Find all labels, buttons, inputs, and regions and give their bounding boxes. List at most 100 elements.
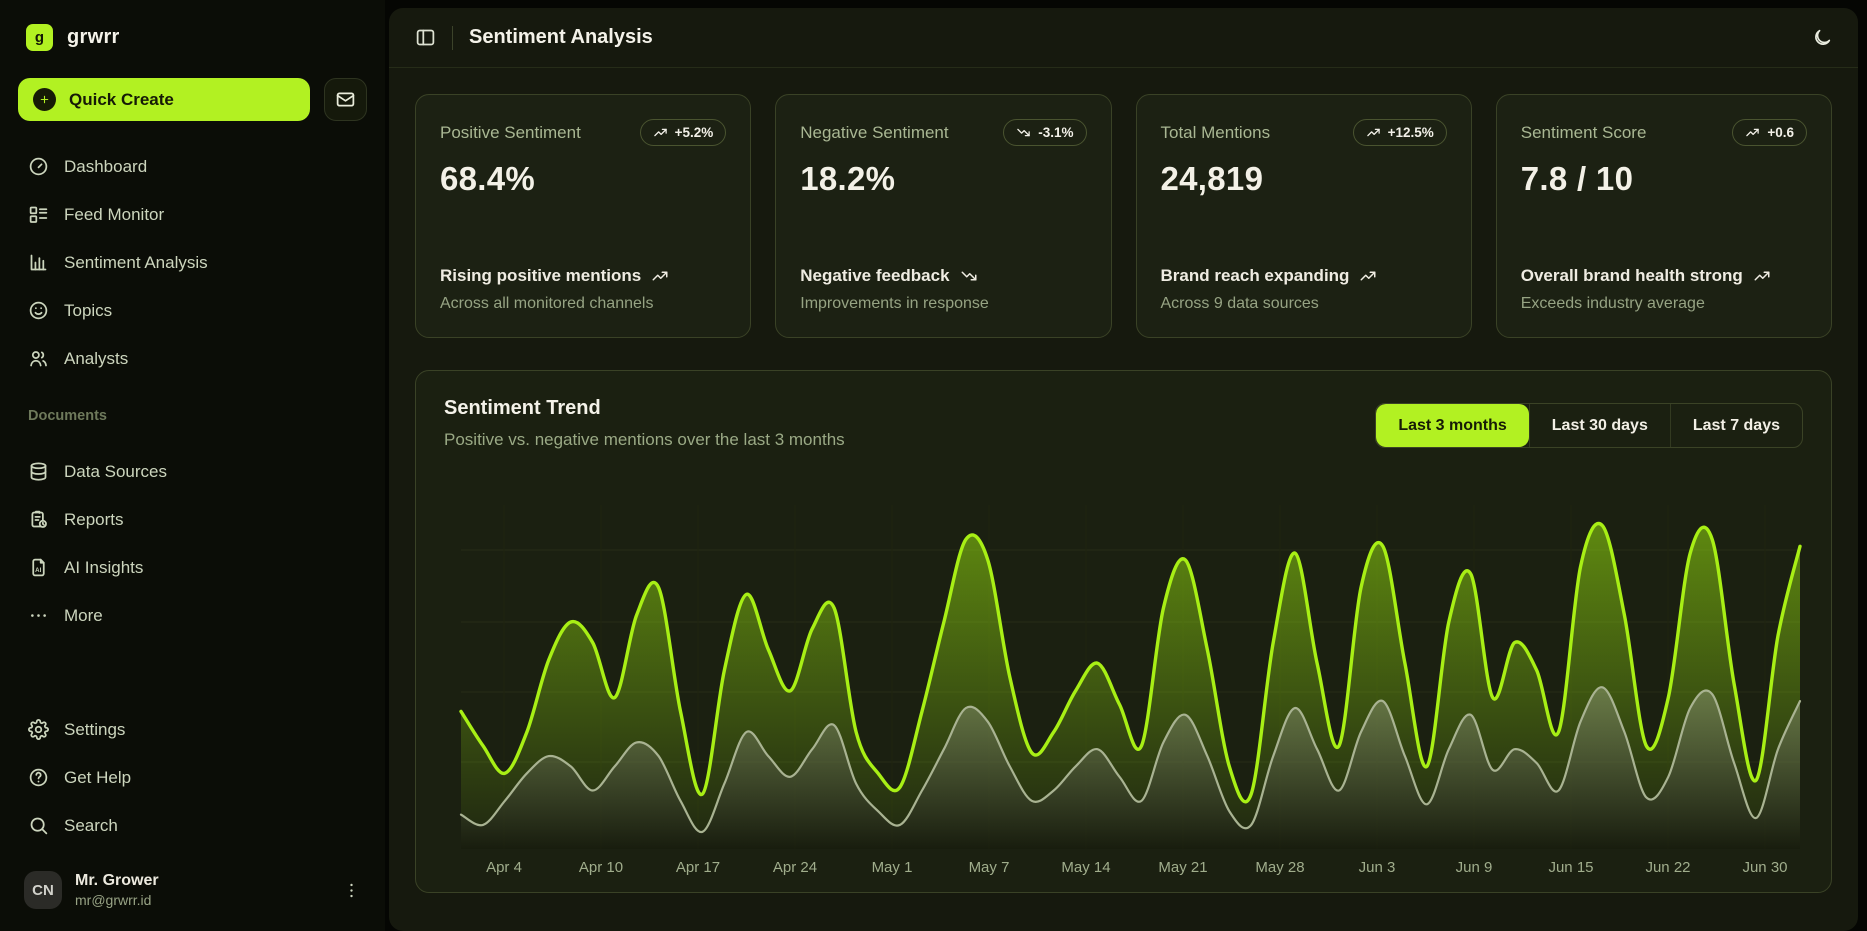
- sidebar-item-label: Reports: [64, 510, 124, 530]
- x-axis-label: Apr 10: [579, 859, 623, 876]
- stat-card-negative-sentiment: Negative Sentiment-3.1%18.2%Negative fee…: [775, 94, 1111, 338]
- gear-icon: [28, 719, 49, 740]
- trending-down-icon: [960, 267, 978, 285]
- trending-up-icon: [1753, 267, 1771, 285]
- sidebar-item-get-help[interactable]: Get Help: [18, 758, 367, 797]
- sidebar-nav-documents: Data Sources Reports AI AI Insights More: [18, 452, 367, 635]
- x-axis-label: Jun 22: [1645, 859, 1690, 876]
- sidebar-item-search[interactable]: Search: [18, 806, 367, 845]
- trend-badge: +5.2%: [640, 119, 727, 146]
- stat-headline: Rising positive mentions: [440, 266, 641, 286]
- panel-left-icon[interactable]: [415, 27, 436, 48]
- x-axis-label: May 14: [1061, 859, 1110, 876]
- sidebar-item-settings[interactable]: Settings: [18, 710, 367, 749]
- stat-label: Sentiment Score: [1521, 123, 1647, 143]
- stat-subtext: Exceeds industry average: [1521, 295, 1807, 313]
- database-icon: [28, 461, 49, 482]
- sidebar-nav-footer: Settings Get Help Search: [18, 710, 367, 845]
- sidebar-nav-main: Dashboard Feed Monitor Sentiment Analysis T…: [18, 147, 367, 378]
- sidebar: g grwrr Quick Create Dashboard Feed Monit…: [0, 0, 385, 931]
- stat-label: Total Mentions: [1161, 123, 1271, 143]
- feed-icon: [28, 204, 49, 225]
- logo: g grwrr: [18, 24, 367, 51]
- sentiment-trend-chart: Apr 4 Apr 10 Apr 17 Apr 24 May 1 May 7 May 14 M…: [444, 480, 1803, 880]
- stat-subtext: Across 9 data sources: [1161, 295, 1447, 313]
- sidebar-item-reports[interactable]: Reports: [18, 500, 367, 539]
- page-header: Sentiment Analysis: [389, 8, 1858, 68]
- range-button-last-30-days[interactable]: Last 30 days: [1529, 404, 1670, 447]
- trending-down-icon: [1016, 125, 1031, 140]
- trending-up-icon: [1366, 125, 1381, 140]
- range-selector: Last 3 monthsLast 30 daysLast 7 days: [1375, 403, 1803, 448]
- x-axis-label: May 1: [872, 859, 913, 876]
- chart-title: Sentiment Trend: [444, 397, 845, 420]
- plus-circle-icon: [33, 88, 56, 111]
- sidebar-item-label: Settings: [64, 720, 125, 740]
- quick-create-label: Quick Create: [69, 90, 174, 110]
- x-axis-label: Apr 24: [773, 859, 817, 876]
- sidebar-item-topics[interactable]: Topics: [18, 291, 367, 330]
- x-axis-label: Apr 17: [676, 859, 720, 876]
- sentiment-trend-card: Sentiment Trend Positive vs. negative me…: [415, 370, 1832, 893]
- trending-up-icon: [1359, 267, 1377, 285]
- smile-icon: [28, 300, 49, 321]
- ellipsis-icon: [28, 605, 49, 626]
- range-button-last-7-days[interactable]: Last 7 days: [1670, 404, 1802, 447]
- mail-button[interactable]: [324, 78, 367, 121]
- sidebar-item-label: AI Insights: [64, 558, 143, 578]
- trend-badge: +0.6: [1732, 119, 1807, 146]
- sidebar-item-sentiment-analysis[interactable]: Sentiment Analysis: [18, 243, 367, 282]
- trending-up-icon: [653, 125, 668, 140]
- x-axis-label: Jun 3: [1359, 859, 1396, 876]
- stat-card-positive-sentiment: Positive Sentiment+5.2%68.4%Rising posit…: [415, 94, 751, 338]
- main-panel: Sentiment Analysis Positive Sentiment +5.…: [389, 8, 1858, 931]
- gauge-icon: [28, 156, 49, 177]
- content: Positive Sentiment+5.2%68.4%Rising posit…: [389, 68, 1858, 931]
- x-axis-label: Jun 15: [1548, 859, 1593, 876]
- sidebar-item-dashboard[interactable]: Dashboard: [18, 147, 367, 186]
- trending-up-icon: [1745, 125, 1760, 140]
- sidebar-item-label: More: [64, 606, 103, 626]
- x-axis-label: Jun 30: [1742, 859, 1787, 876]
- stat-value: 7.8 / 10: [1521, 160, 1807, 198]
- avatar: CN: [24, 871, 62, 909]
- x-axis-label: Apr 4: [486, 859, 522, 876]
- brand-name: grwrr: [67, 26, 120, 49]
- stat-subtext: Across all monitored channels: [440, 295, 726, 313]
- kebab-icon[interactable]: [342, 881, 361, 900]
- sidebar-section-documents: Documents: [28, 408, 357, 424]
- moon-icon[interactable]: [1812, 28, 1832, 48]
- x-axis-label: May 28: [1255, 859, 1304, 876]
- stat-subtext: Improvements in response: [800, 295, 1086, 313]
- sidebar-item-label: Topics: [64, 301, 112, 321]
- search-icon: [28, 815, 49, 836]
- stat-label: Negative Sentiment: [800, 123, 948, 143]
- x-axis-label: May 7: [969, 859, 1010, 876]
- trend-badge: +12.5%: [1353, 119, 1447, 146]
- stat-headline: Negative feedback: [800, 266, 949, 286]
- sidebar-item-feed-monitor[interactable]: Feed Monitor: [18, 195, 367, 234]
- stat-label: Positive Sentiment: [440, 123, 581, 143]
- sidebar-item-label: Get Help: [64, 768, 131, 788]
- stat-headline: Overall brand health strong: [1521, 266, 1743, 286]
- trend-badge-value: -3.1%: [1038, 125, 1073, 140]
- svg-text:AI: AI: [35, 567, 41, 574]
- users-icon: [28, 348, 49, 369]
- stat-headline: Brand reach expanding: [1161, 266, 1350, 286]
- stat-cards: Positive Sentiment+5.2%68.4%Rising posit…: [415, 94, 1832, 338]
- sidebar-item-more[interactable]: More: [18, 596, 367, 635]
- sidebar-item-label: Search: [64, 816, 118, 836]
- sidebar-item-label: Data Sources: [64, 462, 167, 482]
- x-axis-label: Jun 9: [1456, 859, 1493, 876]
- mail-icon: [335, 89, 356, 110]
- help-icon: [28, 767, 49, 788]
- user-card[interactable]: CN Mr. Grower mr@grwrr.id: [18, 869, 367, 917]
- sidebar-item-data-sources[interactable]: Data Sources: [18, 452, 367, 491]
- chart-subtitle: Positive vs. negative mentions over the …: [444, 430, 845, 450]
- sidebar-item-ai-insights[interactable]: AI AI Insights: [18, 548, 367, 587]
- quick-create-button[interactable]: Quick Create: [18, 78, 310, 121]
- stat-card-total-mentions: Total Mentions+12.5%24,819Brand reach ex…: [1136, 94, 1472, 338]
- range-button-last-3-months[interactable]: Last 3 months: [1376, 404, 1528, 447]
- sidebar-item-analysts[interactable]: Analysts: [18, 339, 367, 378]
- sidebar-item-label: Sentiment Analysis: [64, 253, 208, 273]
